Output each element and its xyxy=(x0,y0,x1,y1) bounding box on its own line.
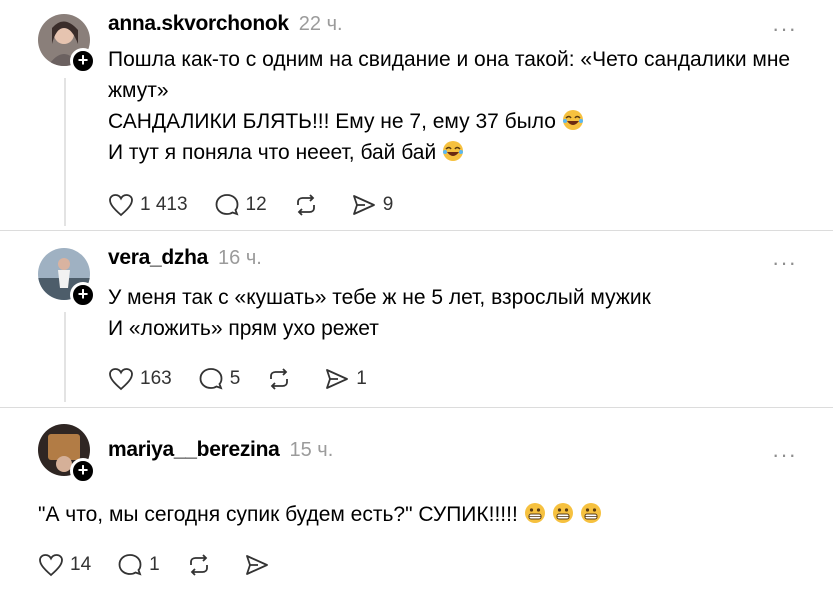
share-button[interactable]: 1 xyxy=(324,367,367,391)
comment-button[interactable]: 12 xyxy=(214,193,267,217)
action-bar: 14 1 xyxy=(38,550,302,580)
grimacing-emoji xyxy=(580,503,601,523)
more-options-icon[interactable]: ··· xyxy=(772,444,797,466)
text-line: И тут я поняла что нееет, бай бай xyxy=(108,141,437,164)
tears-of-joy-emoji xyxy=(443,141,464,161)
username[interactable]: mariya__berezina xyxy=(108,438,280,462)
repost-button[interactable] xyxy=(293,193,325,217)
share-button[interactable] xyxy=(244,553,276,577)
text-line: И «ложить» прям ухо режет xyxy=(108,317,379,340)
comment-count: 5 xyxy=(229,368,241,389)
repost-button[interactable] xyxy=(266,367,298,391)
text-line: САНДАЛИКИ БЛЯТЬ!!! Ему не 7, ему 37 было xyxy=(108,110,556,133)
post-text: "А что, мы сегодня супик будем есть?" СУ… xyxy=(38,499,803,530)
username[interactable]: anna.skvorchonok xyxy=(108,12,289,36)
share-count: 9 xyxy=(382,194,394,215)
repost-icon xyxy=(189,554,208,576)
more-options-icon[interactable]: ··· xyxy=(772,18,797,40)
like-count: 1 413 xyxy=(140,194,188,215)
comment-count: 12 xyxy=(245,194,267,215)
comment-button[interactable]: 1 xyxy=(117,553,160,577)
timestamp: 15 ч. xyxy=(289,439,334,461)
heart-icon xyxy=(39,554,63,577)
tears-of-joy-emoji xyxy=(562,110,583,130)
share-icon xyxy=(352,195,375,215)
grimacing-emoji xyxy=(524,503,545,523)
username[interactable]: vera_dzha xyxy=(108,246,208,270)
repost-icon xyxy=(296,194,315,216)
avatar-3[interactable]: + xyxy=(38,424,96,484)
like-count: 14 xyxy=(70,554,92,575)
divider xyxy=(0,230,833,231)
post-text: Пошла как-то с одним на свидание и она т… xyxy=(108,44,803,168)
like-button[interactable]: 1 413 xyxy=(108,193,188,217)
action-bar: 1 413 12 9 xyxy=(108,190,419,220)
thread-line xyxy=(64,78,66,226)
text-line: Пошла как-то с одним на свидание и она т… xyxy=(108,48,791,102)
text-line: У меня так с «кушать» тебе ж не 5 лет, в… xyxy=(108,286,651,309)
follow-plus-icon[interactable]: + xyxy=(70,48,96,74)
avatar-2[interactable]: + xyxy=(38,248,96,308)
grimacing-emoji xyxy=(552,503,573,523)
comment-count: 1 xyxy=(149,554,160,575)
thread-line xyxy=(64,312,66,402)
more-options-icon[interactable]: ··· xyxy=(772,252,797,274)
like-button[interactable]: 163 xyxy=(108,367,172,391)
comment-icon xyxy=(118,554,142,576)
like-count: 163 xyxy=(140,368,172,389)
share-icon xyxy=(326,369,349,389)
timestamp: 22 ч. xyxy=(298,13,343,35)
like-button[interactable]: 14 xyxy=(38,553,91,577)
comment-icon xyxy=(199,368,223,390)
comment-icon xyxy=(215,194,239,216)
text-line: "А что, мы сегодня супик будем есть?" СУ… xyxy=(38,503,518,526)
repost-button[interactable] xyxy=(186,553,218,577)
avatar-1[interactable]: + xyxy=(38,14,96,74)
repost-icon xyxy=(270,368,289,390)
follow-plus-icon[interactable]: + xyxy=(70,458,96,484)
follow-plus-icon[interactable]: + xyxy=(70,282,96,308)
action-bar: 163 5 1 xyxy=(108,364,393,394)
share-count: 1 xyxy=(356,368,367,389)
comment-button[interactable]: 5 xyxy=(198,367,241,391)
post-text: У меня так с «кушать» тебе ж не 5 лет, в… xyxy=(108,282,803,344)
share-icon xyxy=(245,555,268,575)
share-button[interactable]: 9 xyxy=(351,193,394,217)
heart-icon xyxy=(109,368,133,391)
heart-icon xyxy=(109,194,133,217)
timestamp: 16 ч. xyxy=(218,247,262,269)
divider xyxy=(0,407,833,408)
